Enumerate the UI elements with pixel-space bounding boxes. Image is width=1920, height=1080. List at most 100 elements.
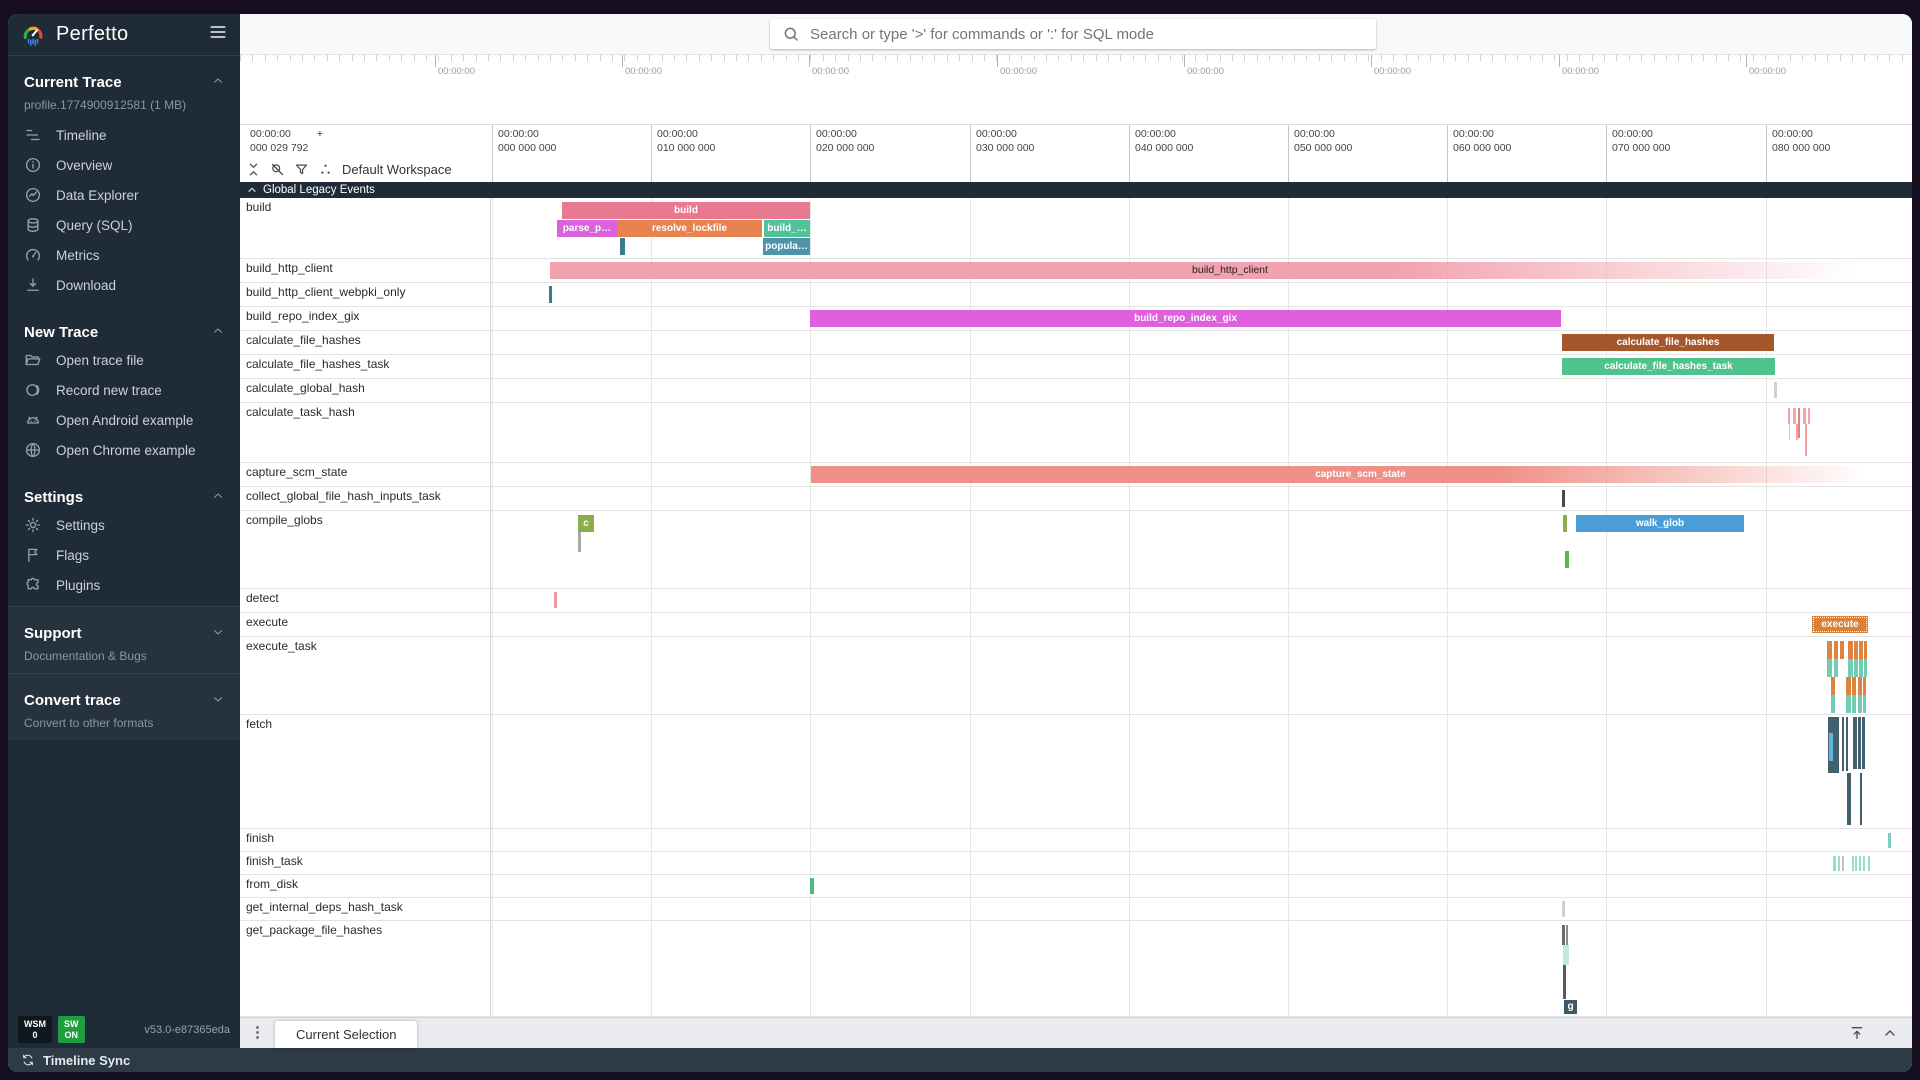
search-input[interactable] — [810, 26, 1364, 43]
slice-tick[interactable] — [1854, 659, 1858, 677]
slice-tick[interactable] — [1854, 641, 1858, 659]
track-row[interactable]: capture_scm_statecapture_scm_state — [240, 463, 1912, 487]
slice[interactable]: calculate_file_hashes_task — [1562, 358, 1775, 375]
slice-tick[interactable] — [1562, 490, 1565, 507]
slice-tick[interactable] — [1864, 659, 1867, 677]
slice-tick[interactable] — [1563, 945, 1569, 965]
slice-tick[interactable] — [1858, 695, 1862, 713]
sidebar-section-title[interactable]: New Trace — [8, 318, 240, 345]
filter-icon[interactable] — [294, 162, 309, 177]
sidebar-section-title[interactable]: Support — [8, 619, 240, 646]
slice-tick[interactable] — [1803, 408, 1806, 424]
slice-tick[interactable] — [1858, 677, 1862, 695]
slice-tick[interactable] — [1808, 408, 1810, 424]
sidebar-section-title[interactable]: Current Trace — [8, 68, 240, 95]
slice-tick[interactable] — [1852, 695, 1856, 713]
slice[interactable]: build_… — [764, 220, 810, 237]
sidebar-item-query-sql[interactable]: Query (SQL) — [8, 210, 240, 240]
track-row[interactable]: executeexecute — [240, 613, 1912, 637]
slice-tick[interactable] — [1834, 641, 1838, 659]
slice-tick[interactable] — [578, 532, 581, 552]
track-row[interactable]: get_internal_deps_hash_task — [240, 898, 1912, 921]
slice-tick[interactable] — [549, 286, 552, 303]
overview-timeline[interactable]: 00:00:0000:00:0000:00:0000:00:0000:00:00… — [240, 55, 1912, 125]
track-row[interactable]: buildbuildparse_p…resolve_lockfilebuild_… — [240, 198, 1912, 259]
slice-tick[interactable] — [620, 238, 625, 255]
zoom-off-icon[interactable] — [270, 162, 285, 177]
sidebar-item-download[interactable]: Download — [8, 270, 240, 300]
slice[interactable]: execute — [1812, 616, 1868, 633]
sidebar-item-data-explorer[interactable]: Data Explorer — [8, 180, 240, 210]
slice-tick[interactable] — [1796, 424, 1798, 440]
slice-tick[interactable] — [1852, 677, 1856, 695]
slice-tick[interactable] — [1859, 659, 1863, 677]
slice-tick[interactable] — [1863, 677, 1866, 695]
overflow-menu-icon[interactable]: ⋮ — [250, 1023, 265, 1041]
track-group-header[interactable]: Global Legacy Events — [240, 182, 1912, 198]
slice-tick[interactable] — [1863, 695, 1866, 713]
slice-tick[interactable] — [1846, 695, 1851, 713]
track-row[interactable]: finish_task — [240, 852, 1912, 875]
track-row[interactable]: fetch — [240, 715, 1912, 829]
track-row[interactable]: get_package_file_hashesg — [240, 921, 1912, 1017]
track-row[interactable]: calculate_file_hashes_taskcalculate_file… — [240, 355, 1912, 379]
slice-tick[interactable] — [1789, 424, 1790, 440]
sidebar-item-open-chrome-example[interactable]: Open Chrome example — [8, 435, 240, 465]
slice[interactable]: walk_glob — [1576, 515, 1744, 532]
workspace-icon[interactable] — [318, 162, 333, 177]
slice[interactable]: c — [578, 515, 594, 532]
slice[interactable]: parse_p… — [557, 220, 617, 237]
collapse-all-icon[interactable] — [246, 162, 261, 177]
sidebar-item-overview[interactable]: Overview — [8, 150, 240, 180]
slice[interactable]: build — [562, 202, 810, 219]
slice[interactable]: build_http_client — [550, 262, 1910, 279]
slice-tick[interactable] — [1805, 424, 1807, 456]
timeline-ruler[interactable]: 00:00:00+ 000 029 792 00:00:00000 000 00… — [240, 125, 1912, 182]
slice-tick[interactable] — [1862, 717, 1865, 769]
slice-tick[interactable] — [1831, 695, 1835, 713]
expand-panel-icon[interactable] — [1882, 1025, 1898, 1046]
track-row[interactable]: finish — [240, 829, 1912, 852]
slice-tick[interactable] — [1565, 551, 1569, 568]
slice-tick[interactable] — [1566, 925, 1568, 945]
track-row[interactable]: build_http_client_webpki_only — [240, 283, 1912, 307]
timeline-sync-label[interactable]: Timeline Sync — [43, 1053, 130, 1068]
slice-tick[interactable] — [1788, 408, 1790, 424]
slice[interactable]: g — [1564, 1000, 1577, 1014]
slice[interactable]: popula… — [763, 238, 810, 255]
slice-tick[interactable] — [1847, 773, 1851, 825]
slice-tick[interactable] — [1831, 677, 1835, 695]
slice-tick[interactable] — [1848, 659, 1853, 677]
track-row[interactable]: collect_global_file_hash_inputs_task — [240, 487, 1912, 511]
slice-tick[interactable] — [1853, 717, 1857, 769]
slice-tick[interactable] — [1563, 965, 1566, 999]
slice-tick[interactable] — [1842, 856, 1844, 871]
slice-tick[interactable] — [1834, 659, 1838, 677]
track-row[interactable]: calculate_file_hashescalculate_file_hash… — [240, 331, 1912, 355]
omnibox[interactable] — [770, 19, 1376, 49]
slice-tick[interactable] — [1846, 717, 1848, 771]
slice-tick[interactable] — [1848, 641, 1853, 659]
tab-current-selection[interactable]: Current Selection — [275, 1021, 417, 1048]
slice[interactable]: capture_scm_state — [811, 466, 1910, 483]
sidebar-section-title[interactable]: Convert trace — [8, 686, 240, 713]
workspace-label[interactable]: Default Workspace — [342, 162, 452, 177]
slice[interactable]: resolve_lockfile — [617, 220, 762, 237]
track-row[interactable]: calculate_global_hash — [240, 379, 1912, 403]
slice-tick[interactable] — [1859, 641, 1863, 659]
slice-tick[interactable] — [1842, 717, 1844, 771]
slice-tick[interactable] — [1858, 717, 1861, 769]
track-row[interactable]: execute_task — [240, 637, 1912, 715]
slice-tick[interactable] — [1562, 901, 1565, 917]
sidebar-item-timeline[interactable]: Timeline — [8, 120, 240, 150]
slice-tick[interactable] — [554, 592, 557, 608]
slice-tick[interactable] — [1562, 925, 1565, 945]
slice-tick[interactable] — [1829, 733, 1833, 761]
sidebar-item-open-trace-file[interactable]: Open trace file — [8, 345, 240, 375]
slice-tick[interactable] — [1863, 856, 1865, 871]
slice-tick[interactable] — [1827, 641, 1832, 659]
slice-tick[interactable] — [1859, 856, 1861, 871]
slice-tick[interactable] — [1827, 659, 1832, 677]
track-row[interactable]: compile_globscwalk_glob — [240, 511, 1912, 589]
slice-tick[interactable] — [1840, 641, 1844, 659]
